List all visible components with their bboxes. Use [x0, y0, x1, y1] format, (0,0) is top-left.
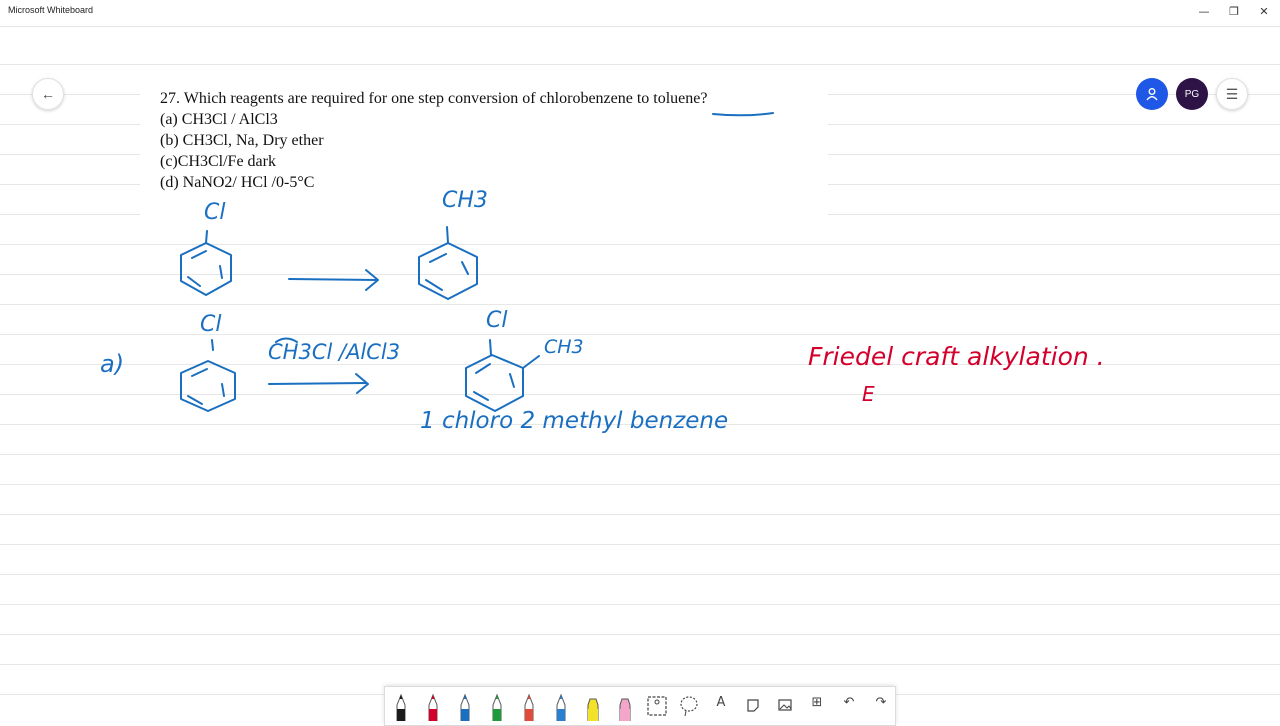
reaction-arrow-1	[288, 269, 379, 291]
question-block: 27. Which reagents are required for one …	[160, 88, 707, 193]
pen-icon	[460, 693, 470, 721]
image-tool-button[interactable]	[769, 687, 801, 721]
option-d: (d) NaNO2/ HCl /0-5°C	[160, 174, 315, 191]
benzene-ring-toluene	[418, 226, 478, 300]
pen-icon	[524, 693, 534, 721]
rainbow-pen-button[interactable]	[513, 687, 545, 721]
add-tool-icon: ⊞	[811, 695, 823, 710]
window-title: Microsoft Whiteboard	[8, 5, 94, 15]
yellow-highlighter-button[interactable]	[577, 687, 609, 721]
minimize-button[interactable]: —	[1188, 0, 1220, 22]
inking-toolbar: A ⊞ ↶ ↷	[384, 686, 896, 726]
note-tool-button[interactable]	[737, 687, 769, 721]
pen-icon	[492, 693, 502, 721]
pink-highlighter-button[interactable]	[609, 687, 641, 721]
restore-button[interactable]: ❐	[1218, 0, 1250, 22]
ch3-label-2: CH3	[544, 336, 584, 358]
hamburger-icon: ☰	[1225, 85, 1239, 102]
partial-note: E	[862, 382, 875, 406]
black-pen-button[interactable]	[385, 687, 417, 721]
settings-menu-button[interactable]: ☰	[1216, 78, 1248, 110]
blue-pen-button[interactable]	[449, 687, 481, 721]
add-tool-button[interactable]: ⊞	[801, 687, 833, 721]
reaction-type-note: Friedel craft alkylation .	[808, 342, 1105, 371]
undo-icon: ↶	[843, 695, 855, 710]
back-button[interactable]: ←	[32, 78, 64, 110]
close-button[interactable]: ✕	[1248, 0, 1280, 22]
red-pen-button[interactable]	[417, 687, 449, 721]
highlighter-icon	[619, 698, 631, 721]
sticky-note-icon	[747, 699, 759, 712]
text-tool-button[interactable]: A	[705, 687, 737, 721]
ruler-tool-button[interactable]	[641, 687, 673, 721]
question-stem: 27. Which reagents are required for one …	[160, 90, 708, 107]
option-a-marker: a)	[100, 350, 125, 378]
redo-button[interactable]: ↷	[865, 687, 897, 721]
title-bar: Microsoft Whiteboard — ❐ ✕	[0, 0, 1280, 22]
benzene-ring-chloro	[180, 230, 232, 296]
cl-label-1: Cl	[204, 200, 226, 225]
image-icon	[778, 699, 792, 711]
option-b: (b) CH3Cl, Na, Dry ether	[160, 132, 324, 149]
lasso-icon	[680, 696, 698, 717]
user-avatar[interactable]: PG	[1176, 78, 1208, 110]
ruler-icon	[647, 696, 667, 716]
pen-icon	[428, 693, 438, 721]
person-icon	[1146, 88, 1158, 101]
invite-button[interactable]	[1136, 78, 1168, 110]
undo-button[interactable]: ↶	[833, 687, 865, 721]
pen-icon	[556, 693, 566, 721]
option-a: (a) CH3Cl / AlCl3	[160, 111, 278, 128]
highlighter-icon	[587, 698, 599, 721]
reagent-label: CH3Cl /AlCl3	[268, 340, 401, 364]
pen-icon	[396, 693, 406, 721]
back-arrow-icon: ←	[41, 86, 55, 102]
lasso-tool-button[interactable]	[673, 687, 705, 721]
underline-stroke	[712, 112, 774, 117]
green-pen-button[interactable]	[481, 687, 513, 721]
benzene-ring-product	[465, 339, 540, 412]
cl-label-3: Cl	[486, 308, 508, 333]
galaxy-pen-button[interactable]	[545, 687, 577, 721]
benzene-ring-chloro-2	[180, 339, 236, 412]
option-c: (c)CH3Cl/Fe dark	[160, 153, 276, 170]
cl-label-2: Cl	[200, 312, 222, 337]
text-tool-icon: A	[716, 695, 726, 710]
redo-icon: ↷	[875, 695, 887, 710]
product-name-label: 1 chloro 2 methyl benzene	[420, 408, 729, 434]
